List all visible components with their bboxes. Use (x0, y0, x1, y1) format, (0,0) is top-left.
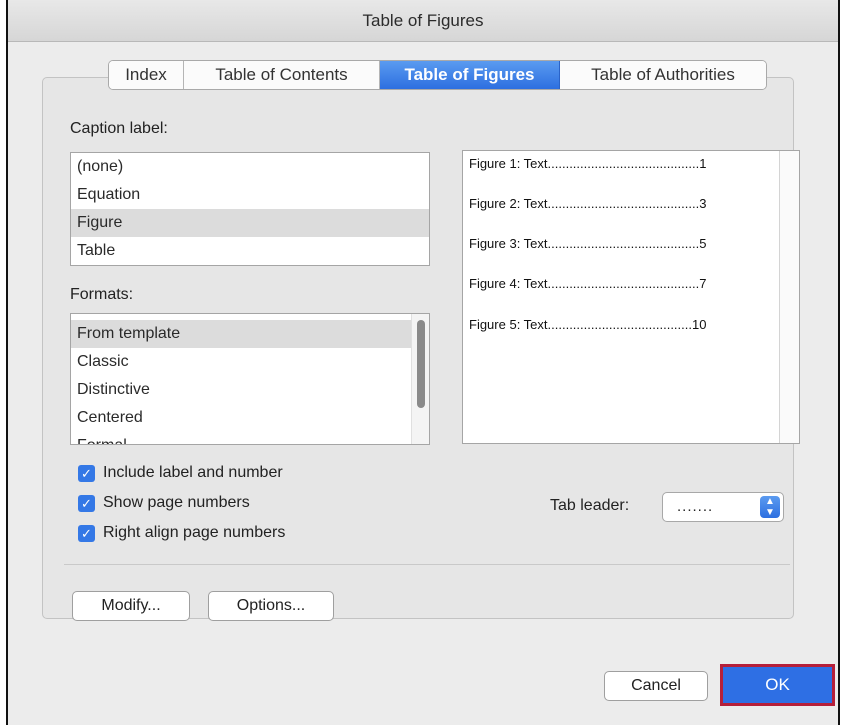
caption-item-equation[interactable]: Equation (71, 181, 429, 209)
preview-row: Figure 4: Text..........................… (469, 276, 707, 291)
tab-leader-value: ....... (677, 498, 714, 515)
format-item-formal[interactable]: Formal (71, 432, 429, 444)
tab-index[interactable]: Index (109, 61, 184, 89)
right-align-checkbox[interactable]: ✓ Right align page numbers (78, 524, 285, 542)
formats-scroll-thumb[interactable] (417, 320, 425, 408)
caption-item-figure[interactable]: Figure (71, 209, 429, 237)
print-preview: Figure 1: Text..........................… (462, 150, 800, 444)
updown-chevron-icon: ▲ ▼ (760, 496, 780, 518)
checkmark-icon: ✓ (78, 494, 95, 512)
checkmark-icon: ✓ (78, 524, 95, 542)
show-page-numbers-text: Show page numbers (103, 494, 250, 511)
caption-item-none[interactable]: (none) (71, 153, 429, 181)
caption-item-table[interactable]: Table (71, 237, 429, 265)
tab-bar: Index Table of Contents Table of Figures… (108, 60, 767, 90)
preview-row: Figure 2: Text..........................… (469, 196, 707, 211)
tab-table-of-authorities[interactable]: Table of Authorities (560, 61, 766, 89)
cancel-button[interactable]: Cancel (604, 671, 708, 701)
formats-heading: Formats: (70, 286, 134, 303)
ok-button-label: OK (765, 675, 790, 694)
options-button[interactable]: Options... (208, 591, 334, 621)
caption-label-list[interactable]: (none) Equation Figure Table (70, 152, 430, 266)
formats-scrollbar[interactable] (411, 314, 429, 444)
include-label-text: Include label and number (103, 464, 283, 481)
dialog-window: Table of Figures Index Table of Contents… (6, 0, 840, 725)
right-align-text: Right align page numbers (103, 524, 286, 541)
preview-row: Figure 5: Text..........................… (469, 317, 707, 332)
show-page-numbers-checkbox[interactable]: ✓ Show page numbers (78, 494, 250, 512)
format-item-centered[interactable]: Centered (71, 404, 429, 432)
checkmark-icon: ✓ (78, 464, 95, 482)
tab-leader-select[interactable]: ....... ▲ ▼ (662, 492, 784, 522)
format-item-classic[interactable]: Classic (71, 348, 429, 376)
format-item-distinctive[interactable]: Distinctive (71, 376, 429, 404)
modify-button[interactable]: Modify... (72, 591, 190, 621)
preview-row: Figure 3: Text..........................… (469, 236, 707, 251)
tab-table-of-contents[interactable]: Table of Contents (184, 61, 380, 89)
formats-list[interactable]: From template Classic Distinctive Center… (70, 313, 430, 445)
format-item-from-template[interactable]: From template (71, 320, 429, 348)
preview-scrollbar[interactable] (779, 151, 799, 443)
tab-leader-label: Tab leader: (550, 497, 630, 514)
include-label-checkbox[interactable]: ✓ Include label and number (78, 464, 283, 482)
divider (64, 564, 790, 565)
preview-row: Figure 1: Text..........................… (469, 156, 707, 171)
window-title: Table of Figures (8, 0, 838, 42)
ok-button[interactable]: OK (720, 664, 835, 706)
tab-table-of-figures[interactable]: Table of Figures (380, 61, 560, 89)
caption-label-heading: Caption label: (70, 120, 168, 137)
